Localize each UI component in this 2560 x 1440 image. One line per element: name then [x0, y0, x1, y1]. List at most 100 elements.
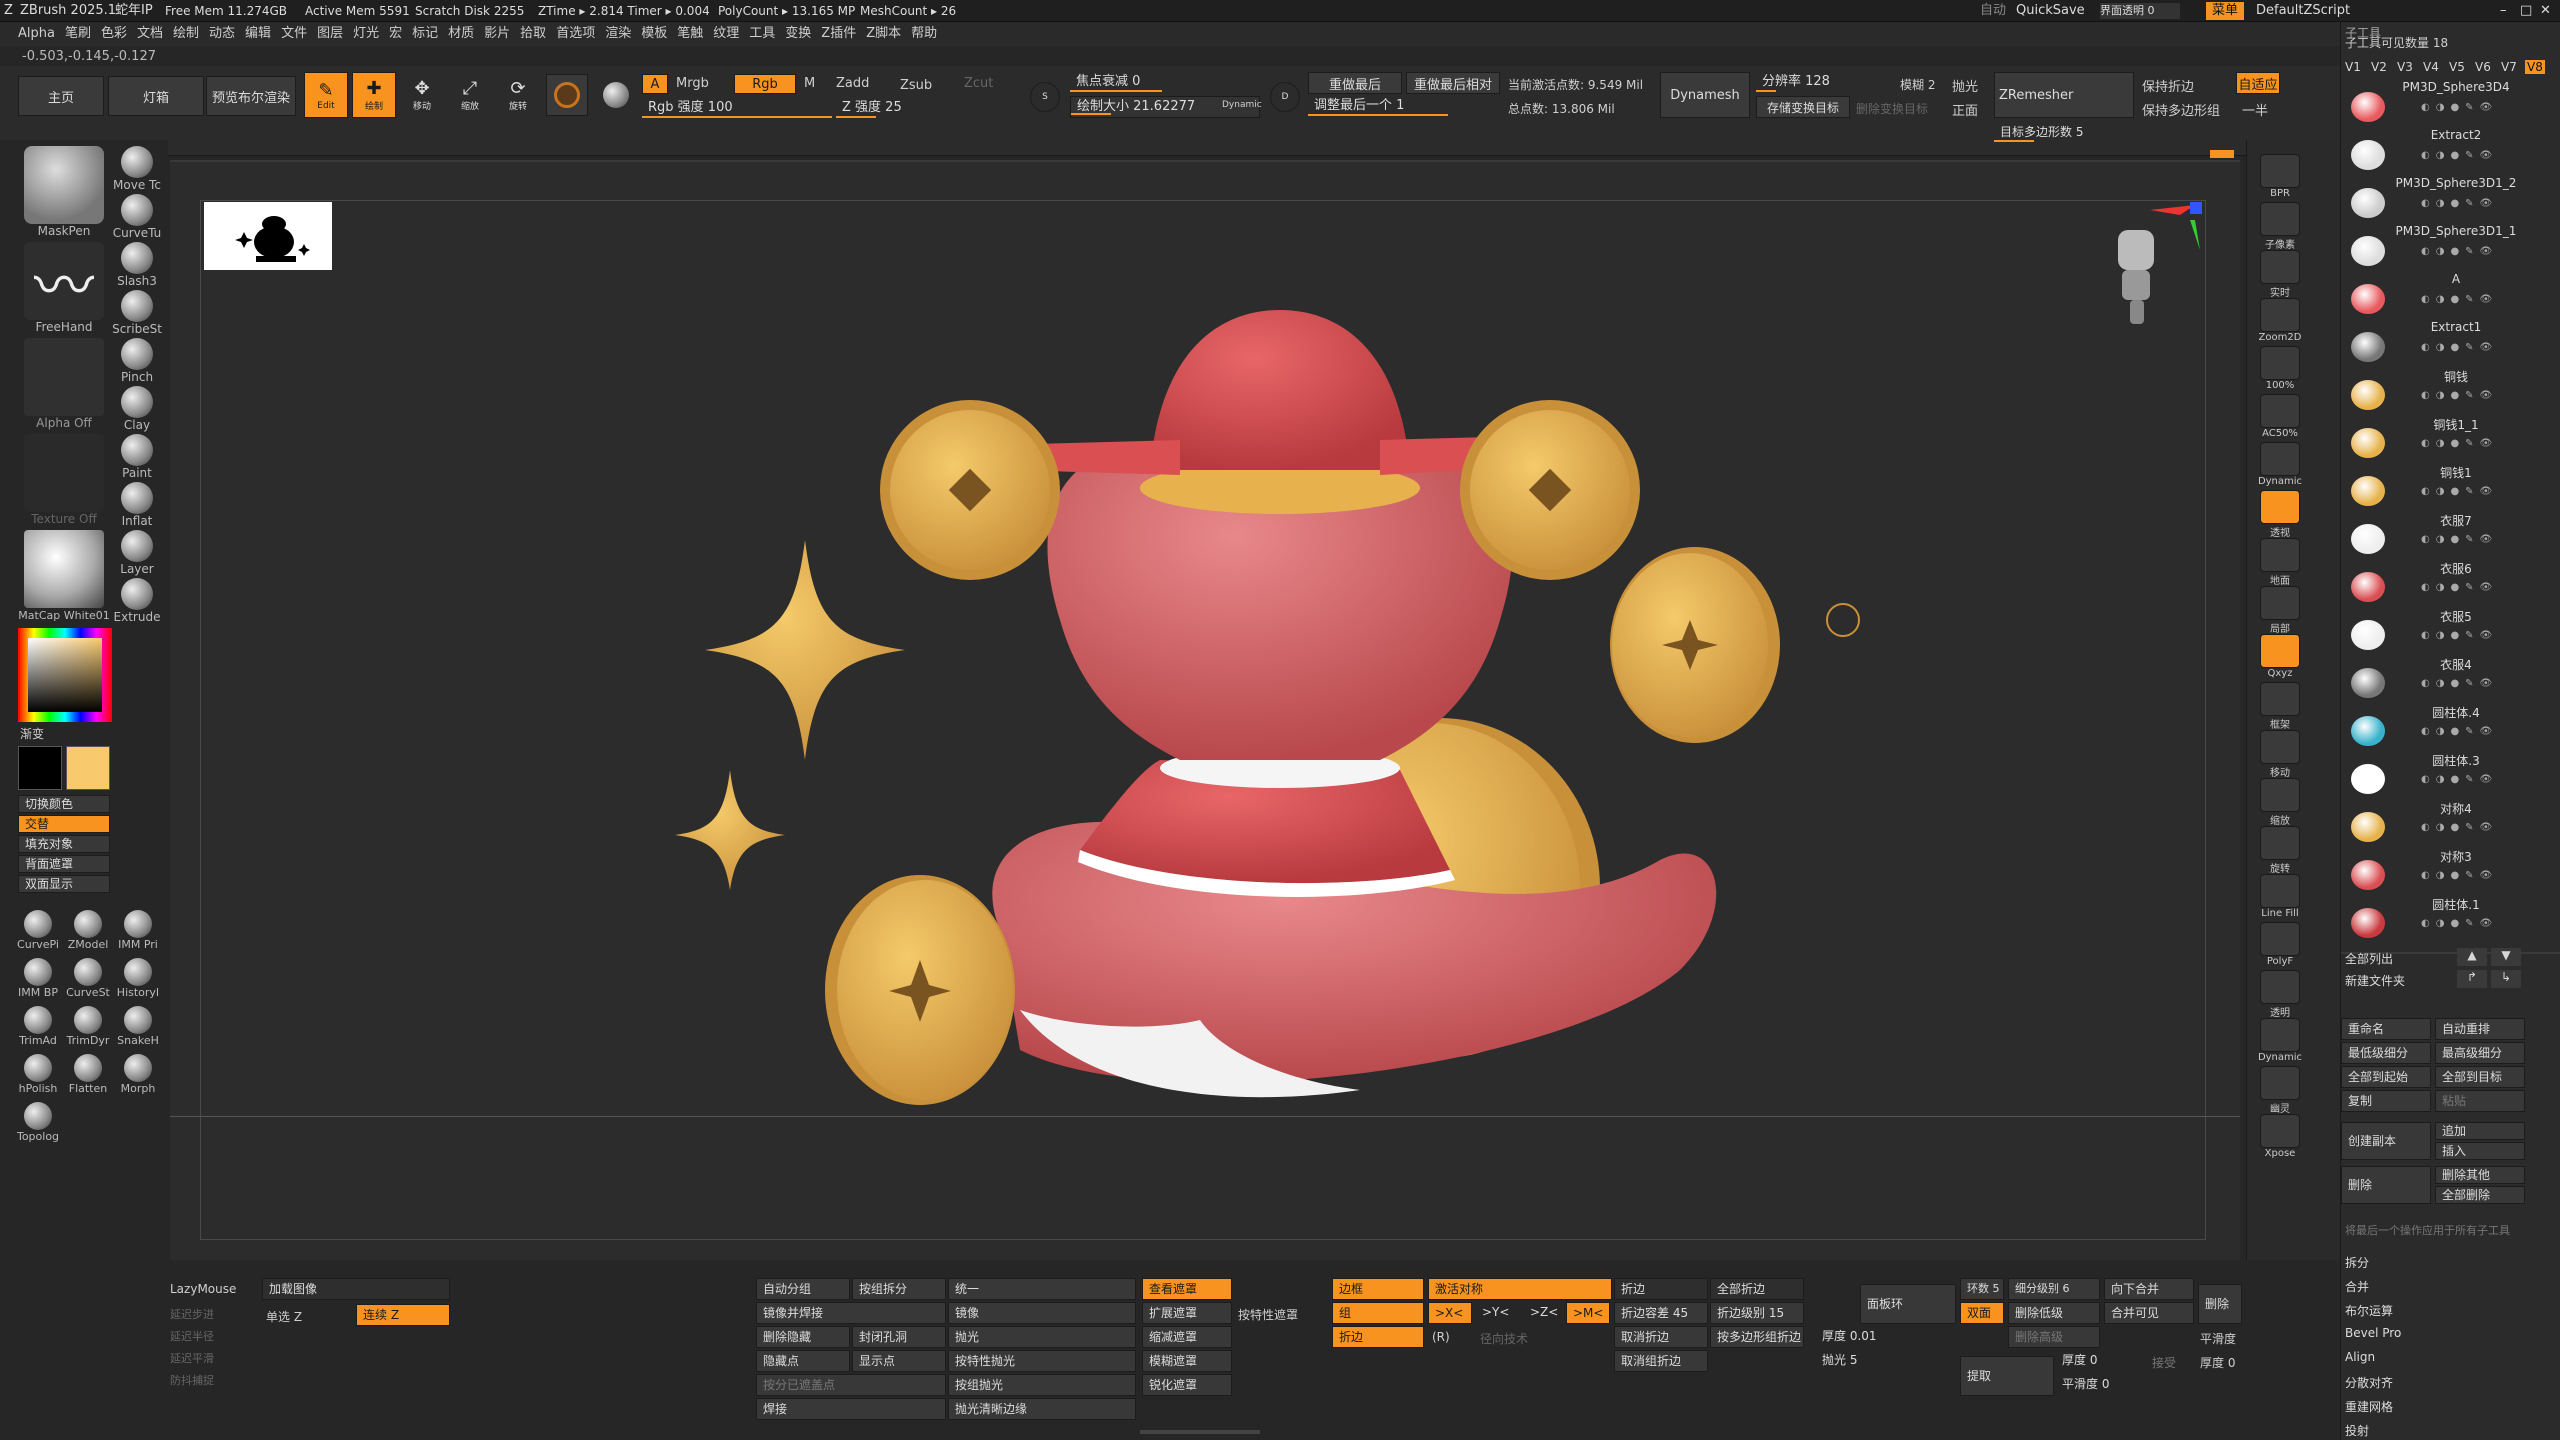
dock-button-1[interactable]: 子像素	[2257, 202, 2303, 251]
subtool-item[interactable]: PM3D_Sphere3D1_1 ◐◑●✎👁	[2341, 222, 2560, 270]
adjust-last-slider[interactable]: 调整最后一个 1	[1308, 96, 1500, 118]
menu-item-8[interactable]: 图层	[317, 22, 343, 46]
scale-mode-button[interactable]: ⤢ 缩放	[448, 72, 492, 118]
feature-mask-button[interactable]: 按特性遮罩	[1238, 1306, 1298, 1323]
dock-button-7[interactable]: 透视	[2257, 490, 2303, 539]
version-tab-V8[interactable]: V8	[2525, 60, 2545, 74]
unify-button[interactable]: 统一	[948, 1278, 1136, 1300]
quicksave-button[interactable]: QuickSave	[2016, 0, 2085, 22]
subtool-item[interactable]: 对称3 ◐◑●✎👁	[2341, 846, 2560, 894]
m-button[interactable]: M	[804, 76, 815, 91]
subtool-visibility-icon[interactable]: ◐◑●✎👁	[2421, 630, 2551, 641]
resolution-slider[interactable]: 分辨率 128	[1756, 72, 1860, 94]
lazy-step-slider[interactable]: 延迟步进	[170, 1306, 214, 1322]
ui-transparency-slider[interactable]: 界面透明 0	[2100, 3, 2180, 19]
blur-slider[interactable]: 模糊 2	[1900, 76, 1935, 93]
menu-item-13[interactable]: 影片	[484, 22, 510, 46]
home-button[interactable]: 主页	[18, 76, 104, 116]
dock-button-5[interactable]: AC50%	[2257, 394, 2303, 439]
subtool-visibility-icon[interactable]: ◐◑●✎👁	[2421, 774, 2551, 785]
maximize-icon[interactable]: □	[2520, 0, 2532, 22]
subtool-item[interactable]: 圆柱体.4 ◐◑●✎👁	[2341, 702, 2560, 750]
brush-clay[interactable]: Clay	[112, 386, 162, 432]
merge-masked-button[interactable]: 按分已遮盖点	[756, 1374, 946, 1396]
half-toggle[interactable]: 一半	[2242, 100, 2268, 119]
replay-last-rel-button[interactable]: 重做最后相对	[1406, 72, 1500, 94]
loops-slider[interactable]: 环数 5	[1960, 1278, 2004, 1300]
section-6[interactable]: 重建网格	[2341, 1398, 2560, 1415]
matcap-sphere-button[interactable]	[596, 74, 636, 116]
tool-shortcut-1[interactable]: ZModel	[64, 910, 112, 951]
version-tab-V1[interactable]: V1	[2343, 60, 2363, 74]
radial-r-toggle[interactable]: (R)	[1432, 1330, 1450, 1344]
version-tab-V2[interactable]: V2	[2369, 60, 2389, 74]
keep-groups-toggle[interactable]: 保持多边形组	[2142, 100, 2220, 119]
focal-shift-slider[interactable]: 焦点衰减 0	[1070, 72, 1260, 94]
dock-button-20[interactable]: Xpose	[2257, 1114, 2303, 1159]
feature-polish-button[interactable]: 按特性抛光	[948, 1350, 1136, 1372]
zcut-button[interactable]: Zcut	[964, 76, 993, 91]
subdiv-level-slider[interactable]: 细分级别 6	[2008, 1278, 2100, 1300]
lazy-snap-slider[interactable]: 防抖捕捉	[170, 1372, 214, 1388]
section-2[interactable]: 布尔运算	[2341, 1302, 2560, 1319]
texture-off-slot[interactable]: Texture Off	[18, 434, 110, 526]
auto-reorder-button[interactable]: 自动重排	[2435, 1018, 2525, 1040]
polish-value-slider[interactable]: 抛光 5	[1816, 1350, 1908, 1372]
d-toggle[interactable]: D	[1270, 82, 1300, 112]
subtool-visibility-icon[interactable]: ◐◑●✎👁	[2421, 678, 2551, 689]
rgb-intensity-slider[interactable]: Rgb 强度 100	[642, 98, 832, 120]
smooth-label[interactable]: 平滑度	[2200, 1330, 2236, 1347]
close-icon[interactable]: ✕	[2540, 0, 2551, 22]
crease-all-button[interactable]: 全部折边	[1710, 1278, 1804, 1300]
delete-other-button[interactable]: 删除其他	[2435, 1166, 2525, 1184]
menu-item-1[interactable]: 笔刷	[65, 22, 91, 46]
delete-morph-button[interactable]: 删除变换目标	[1856, 100, 1928, 117]
menu-item-3[interactable]: 文档	[137, 22, 163, 46]
new-folder-button[interactable]: 新建文件夹	[2341, 972, 2560, 989]
stroke-freehand[interactable]: 〰 FreeHand	[18, 242, 110, 334]
all-low-button[interactable]: 全部到起始	[2341, 1066, 2431, 1088]
move-down-icon[interactable]: ▼	[2491, 948, 2521, 966]
crease-mask-button[interactable]: 折边	[1332, 1326, 1424, 1348]
tool-shortcut-9[interactable]: hPolish	[14, 1054, 62, 1095]
alpha-off-slot[interactable]: Alpha Off	[18, 338, 110, 430]
subtool-item[interactable]: 衣服4 ◐◑●✎👁	[2341, 654, 2560, 702]
shrink-mask-button[interactable]: 缩减遮罩	[1142, 1326, 1232, 1348]
menu-item-11[interactable]: 标记	[412, 22, 438, 46]
menu-item-10[interactable]: 宏	[389, 22, 402, 46]
canvas-top-scroll[interactable]	[170, 160, 2240, 162]
grow-mask-button[interactable]: 扩展遮罩	[1142, 1302, 1232, 1324]
z-axis-toggle[interactable]: >Z<	[1524, 1302, 1568, 1324]
dock-button-16[interactable]: PolyF	[2257, 922, 2303, 967]
brush-inflate[interactable]: Inflat	[112, 482, 162, 528]
primary-color-swatch[interactable]	[18, 746, 62, 790]
section-1[interactable]: 合并	[2341, 1278, 2560, 1295]
all-high-button[interactable]: 全部到目标	[2435, 1066, 2525, 1088]
subtool-item[interactable]: Extract1 ◐◑●✎👁	[2341, 318, 2560, 366]
view-mask-button[interactable]: 查看遮罩	[1142, 1278, 1232, 1300]
subtool-item[interactable]: PM3D_Sphere3D4 ◐◑●✎👁	[2341, 78, 2560, 126]
menu-item-5[interactable]: 动态	[209, 22, 235, 46]
brush-slash3[interactable]: Slash3	[112, 242, 162, 288]
menu-item-19[interactable]: 纹理	[713, 22, 739, 46]
subtool-item[interactable]: 铜钱1 ◐◑●✎👁	[2341, 462, 2560, 510]
keep-creases-toggle[interactable]: 保持折边	[2142, 76, 2194, 95]
split-groups-button[interactable]: 按组拆分	[852, 1278, 946, 1300]
brush-move[interactable]: Move Tc	[112, 146, 162, 192]
tool-shortcut-3[interactable]: IMM BP	[14, 958, 62, 999]
insert-button[interactable]: 插入	[2435, 1142, 2525, 1160]
alternate-button[interactable]: 交替	[18, 815, 110, 833]
merge-down-button[interactable]: 向下合并	[2104, 1278, 2194, 1300]
menu-item-21[interactable]: 变换	[785, 22, 811, 46]
double-sided-button[interactable]: 双面显示	[18, 875, 110, 893]
delete-all-button[interactable]: 全部删除	[2435, 1186, 2525, 1204]
menu-item-17[interactable]: 模板	[641, 22, 667, 46]
delete-button[interactable]: 删除	[2341, 1166, 2431, 1204]
arrow-up-right-icon[interactable]: ↱	[2457, 970, 2487, 988]
tool-shortcut-12[interactable]: Topolog	[14, 1102, 62, 1143]
subtool-visibility-icon[interactable]: ◐◑●✎👁	[2421, 870, 2551, 881]
subtool-visibility-icon[interactable]: ◐◑●✎👁	[2421, 534, 2551, 545]
adaptive-toggle[interactable]: 自适应	[2236, 72, 2280, 94]
panel-loops-button[interactable]: 面板环	[1860, 1284, 1956, 1324]
mirror-button[interactable]: 镜像	[948, 1302, 1136, 1324]
